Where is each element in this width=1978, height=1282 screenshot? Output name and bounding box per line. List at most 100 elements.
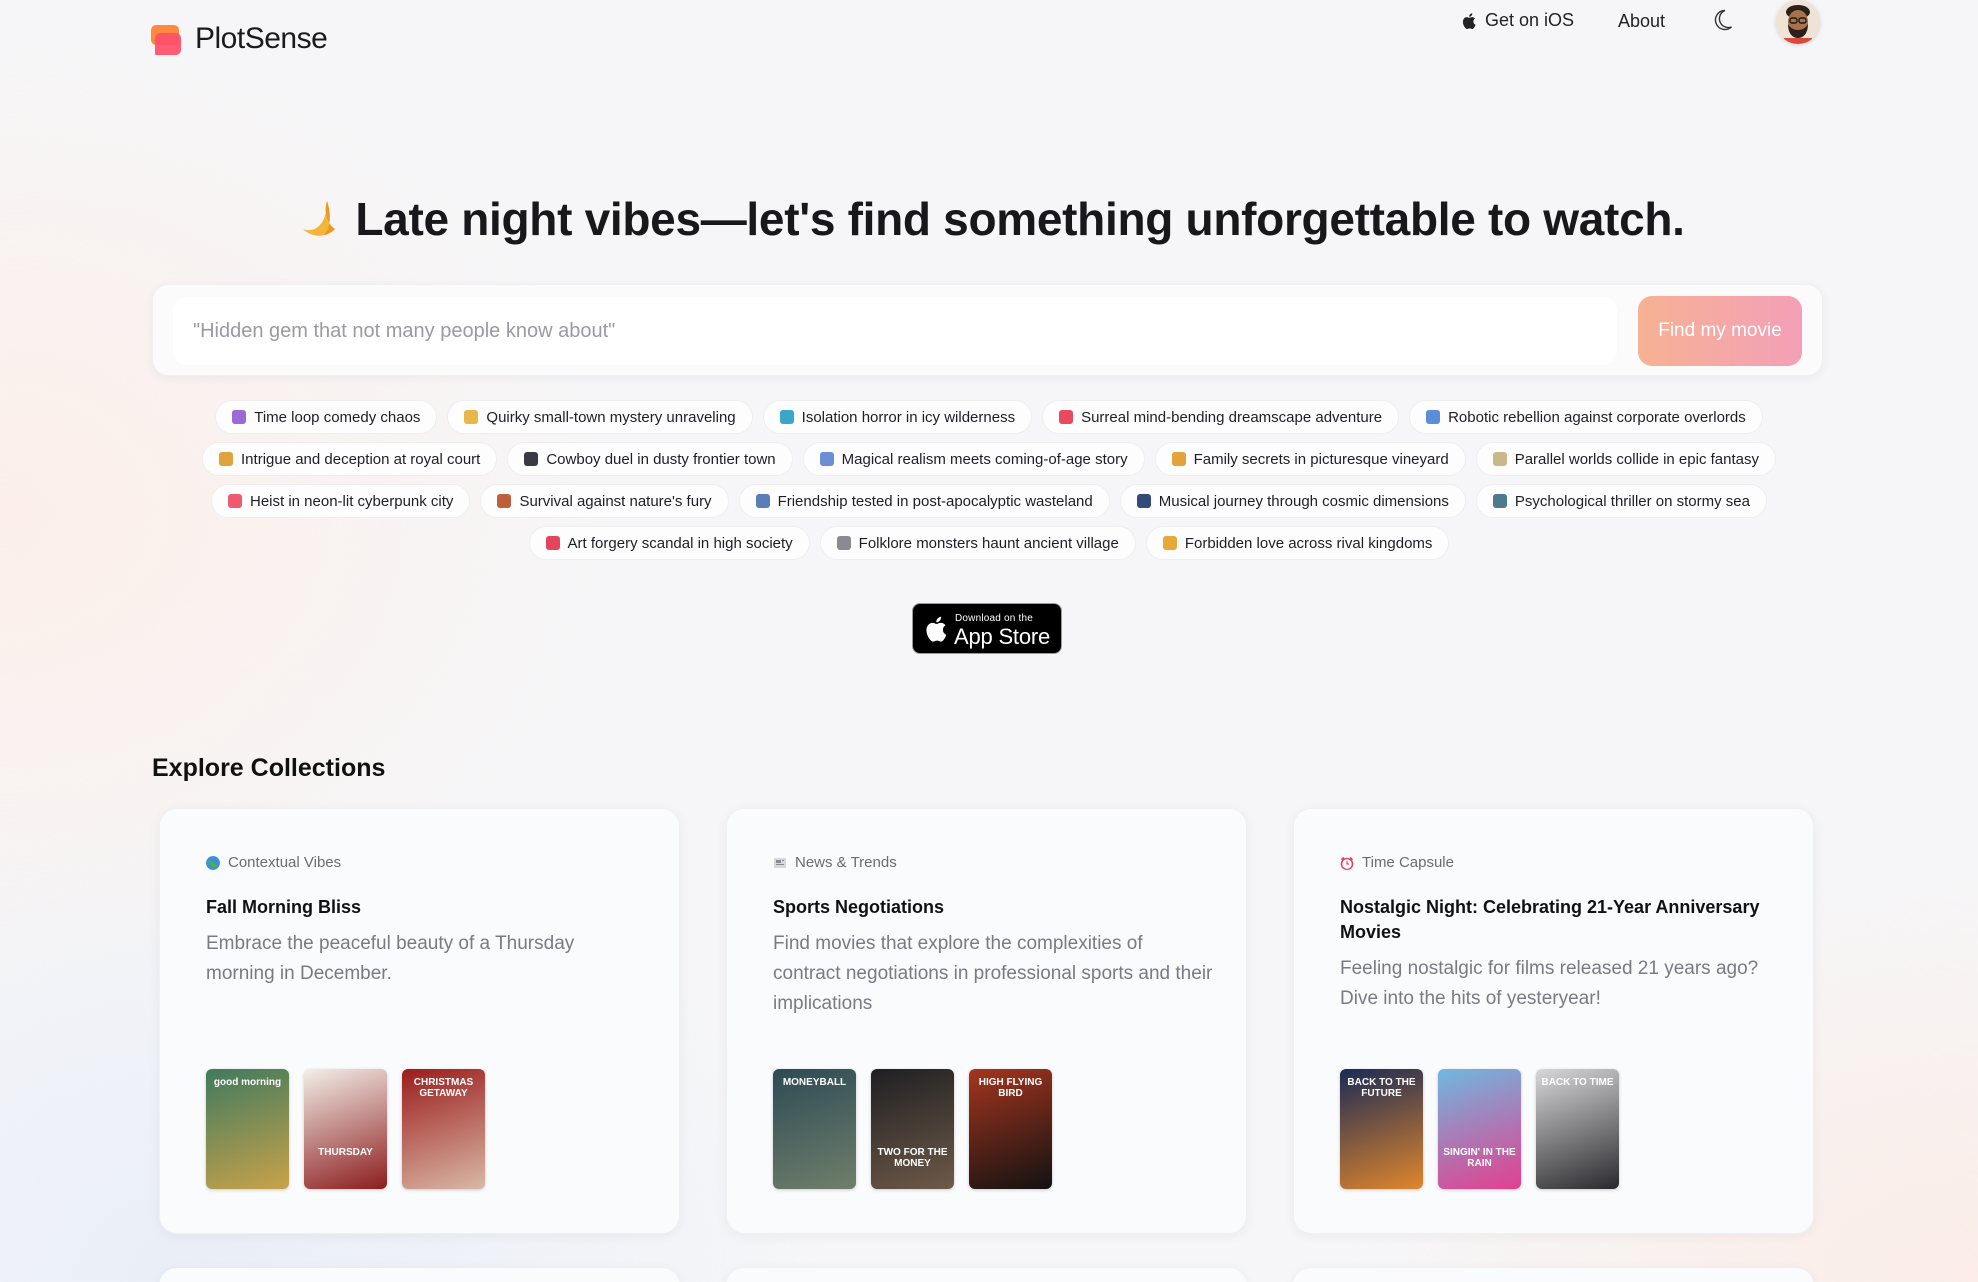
suggestion-chip-label: Robotic rebellion against corporate over… <box>1448 408 1746 426</box>
chip-emoji-icon <box>545 536 560 550</box>
suggestion-chip[interactable]: Family secrets in picturesque vineyard <box>1154 442 1466 476</box>
suggestion-row: Intrigue and deception at royal court Cow… <box>0 442 1978 476</box>
poster-title: THURSDAY <box>318 1147 373 1158</box>
search-panel: Find my movie <box>152 284 1823 376</box>
suggestion-chip-label: Art forgery scandal in high society <box>567 534 793 552</box>
suggestion-chip[interactable]: Parallel worlds collide in epic fantasy <box>1475 442 1776 476</box>
poster-title: CHRISTMAS GETAWAY <box>413 1077 474 1099</box>
suggestion-chip-label: Family secrets in picturesque vineyard <box>1193 450 1449 468</box>
suggestion-chip[interactable]: Forbidden love across rival kingdoms <box>1145 526 1450 560</box>
card-category-label: Contextual Vibes <box>228 854 342 871</box>
suggestion-chip[interactable]: Art forgery scandal in high society <box>528 526 810 560</box>
poster-title: HIGH FLYING BIRD <box>978 1077 1043 1099</box>
suggestion-chip-label: Isolation horror in icy wilderness <box>801 408 1016 426</box>
suggestion-chip[interactable]: Magical realism meets coming-of-age stor… <box>802 442 1145 476</box>
poster-strip: MONEYBALL TWO FOR THE MONEY HIGH FLYING BI… <box>773 1069 1052 1189</box>
collection-card[interactable]: Time Capsule Nostalgic Night: Celebratin… <box>1293 808 1814 1234</box>
suggestion-chip[interactable]: Heist in neon-lit cyberpunk city <box>211 484 471 518</box>
movie-poster[interactable]: TWO FOR THE MONEY <box>871 1069 954 1189</box>
suggestion-chip-label: Musical journey through cosmic dimension… <box>1158 492 1449 510</box>
collection-card-partial[interactable] <box>726 1268 1247 1282</box>
suggestion-chip-label: Psychological thriller on stormy sea <box>1514 492 1750 510</box>
suggestion-chip[interactable]: Quirky small-town mystery unraveling <box>447 400 753 434</box>
section-title: Explore Collections <box>152 754 386 782</box>
card-title: Nostalgic Night: Celebrating 21-Year Ann… <box>1340 897 1760 942</box>
brand-name: PlotSense <box>195 22 328 55</box>
app-store-big-text: App Store <box>954 624 1051 649</box>
card-title: Fall Morning Bliss <box>206 897 362 917</box>
newspaper-icon <box>774 857 786 868</box>
movie-poster[interactable]: HIGH FLYING BIRD <box>969 1069 1052 1189</box>
chip-emoji-icon <box>1171 452 1186 466</box>
collection-card-partial[interactable] <box>1293 1268 1814 1282</box>
poster-strip: BACK TO THE FUTURE SINGIN' IN THE RAIN BAC… <box>1340 1069 1619 1189</box>
chip-emoji-icon <box>1059 410 1074 424</box>
apple-icon <box>1462 12 1476 29</box>
card-category: News & Trends <box>773 854 897 871</box>
suggestion-chip-label: Surreal mind-bending dreamscape adventur… <box>1081 408 1383 426</box>
card-category: Time Capsule <box>1340 854 1454 871</box>
app-store-badge[interactable]: Download on the App Store <box>912 603 1062 654</box>
suggestion-chip[interactable]: Survival against nature's fury <box>480 484 729 518</box>
get-on-ios-link[interactable]: Get on iOS <box>1462 10 1574 31</box>
movie-poster[interactable]: MONEYBALL <box>773 1069 856 1189</box>
chip-emoji-icon <box>1426 410 1441 424</box>
movie-poster[interactable]: BACK TO THE FUTURE <box>1340 1069 1423 1189</box>
hero-heading: Late night vibes—let's find something un… <box>0 192 1978 246</box>
movie-poster[interactable]: good morning <box>206 1069 289 1189</box>
poster-title: SINGIN' IN THE RAIN <box>1443 1147 1516 1169</box>
dark-mode-toggle-icon[interactable] <box>1710 8 1734 32</box>
collection-card-partial[interactable] <box>159 1268 680 1282</box>
suggestion-row: Art forgery scandal in high society Folkl… <box>0 526 1978 560</box>
chip-emoji-icon <box>497 494 512 508</box>
movie-search-input[interactable] <box>173 297 1617 365</box>
card-description: Feeling nostalgic for films released 21 … <box>1340 958 1759 1009</box>
suggestion-chip-label: Survival against nature's fury <box>519 492 712 510</box>
movie-poster[interactable]: CHRISTMAS GETAWAY <box>402 1069 485 1189</box>
card-title: Sports Negotiations <box>773 897 945 917</box>
card-description: Find movies that explore the complexitie… <box>773 933 1213 1014</box>
movie-poster[interactable]: THURSDAY <box>304 1069 387 1189</box>
suggestion-chip[interactable]: Time loop comedy chaos <box>215 400 438 434</box>
suggestion-chip[interactable]: Intrigue and deception at royal court <box>202 442 498 476</box>
suggestion-chip[interactable]: Friendship tested in post-apocalyptic wa… <box>738 484 1110 518</box>
movie-poster[interactable]: SINGIN' IN THE RAIN <box>1438 1069 1521 1189</box>
movie-poster[interactable]: BACK TO TIME <box>1536 1069 1619 1189</box>
poster-title: BACK TO THE FUTURE <box>1347 1077 1416 1099</box>
poster-strip: good morning THURSDAY CHRISTMAS GETAWAY <box>206 1069 485 1189</box>
chip-emoji-icon <box>232 410 247 424</box>
suggestion-chip[interactable]: Psychological thriller on stormy sea <box>1475 484 1767 518</box>
card-category-label: Time Capsule <box>1362 854 1454 871</box>
chip-emoji-icon <box>524 452 539 466</box>
suggestion-chip-label: Heist in neon-lit cyberpunk city <box>250 492 454 510</box>
suggestion-chip-label: Time loop comedy chaos <box>254 408 421 426</box>
collection-card[interactable]: News & Trends Sports Negotiations Find m… <box>726 808 1247 1234</box>
chip-emoji-icon <box>1492 452 1507 466</box>
card-category-label: News & Trends <box>795 854 897 871</box>
find-my-movie-button[interactable]: Find my movie <box>1638 296 1802 366</box>
chip-emoji-icon <box>779 410 794 424</box>
user-avatar[interactable] <box>1776 0 1820 44</box>
about-link[interactable]: About <box>1618 11 1665 32</box>
suggestion-chip-label: Friendship tested in post-apocalyptic wa… <box>777 492 1093 510</box>
collection-card[interactable]: Contextual Vibes Fall Morning Bliss Embr… <box>159 808 680 1234</box>
chip-emoji-icon <box>228 494 242 508</box>
alarm-clock-icon <box>1340 856 1354 870</box>
suggestion-chip[interactable]: Musical journey through cosmic dimension… <box>1119 484 1466 518</box>
suggestion-row: Heist in neon-lit cyberpunk city Survival… <box>0 484 1978 518</box>
get-on-ios-label: Get on iOS <box>1485 10 1575 30</box>
suggestion-row: Time loop comedy chaos Quirky small-town … <box>0 400 1978 434</box>
avatar-face-icon <box>1776 0 1820 44</box>
chip-emoji-icon <box>755 494 770 508</box>
crescent-moon-icon <box>303 201 336 236</box>
suggestion-chip-label: Cowboy duel in dusty frontier town <box>546 450 776 468</box>
suggestion-chip[interactable]: Folklore monsters haunt ancient village <box>819 526 1136 560</box>
poster-title: TWO FOR THE MONEY <box>877 1147 948 1169</box>
suggestion-chip[interactable]: Surreal mind-bending dreamscape adventur… <box>1042 400 1400 434</box>
chip-emoji-icon <box>1136 494 1151 508</box>
brand-logo[interactable]: PlotSense <box>151 22 328 56</box>
suggestion-chip[interactable]: Robotic rebellion against corporate over… <box>1409 400 1763 434</box>
suggestion-chip[interactable]: Isolation horror in icy wilderness <box>762 400 1033 434</box>
suggestion-chip[interactable]: Cowboy duel in dusty frontier town <box>507 442 793 476</box>
chip-emoji-icon <box>1162 536 1177 550</box>
